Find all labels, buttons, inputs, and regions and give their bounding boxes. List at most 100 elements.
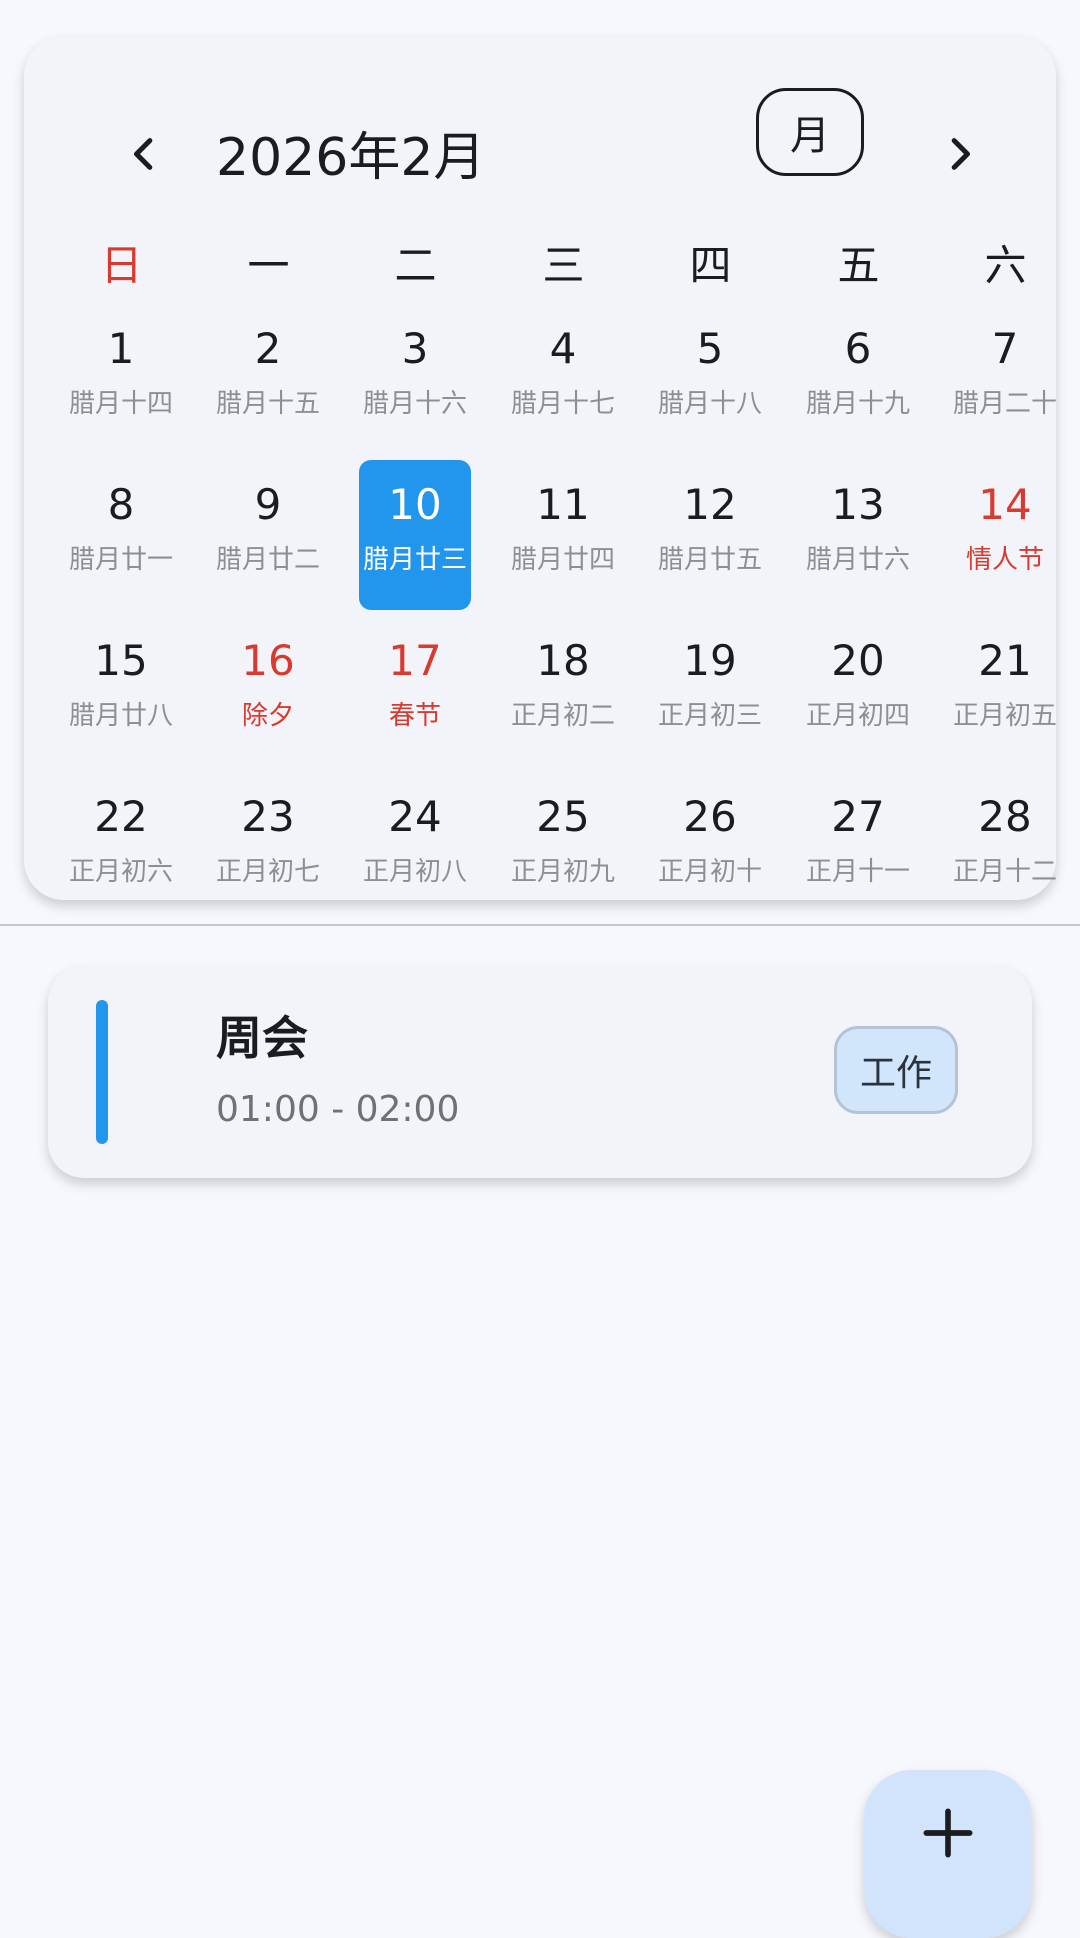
plus-icon [923, 1808, 973, 1858]
chevron-left-icon [134, 138, 153, 170]
weekday-label: 六 [984, 241, 1027, 290]
lunar-date-label: 正月初十 [657, 857, 762, 887]
lunar-date-label: 腊月廿八 [68, 701, 173, 731]
day-number: 6 [844, 324, 872, 373]
day-number: 5 [696, 324, 724, 373]
event-category-tag[interactable]: 工作 [834, 1026, 958, 1114]
chevron-right-icon [951, 138, 970, 170]
lunar-date-label: 腊月廿六 [805, 545, 910, 575]
lunar-date-label: 腊月廿四 [510, 545, 615, 575]
day-cell[interactable]: 24 正月初八 [359, 772, 471, 922]
view-mode-button[interactable]: 月 [756, 88, 864, 176]
day-number: 12 [683, 480, 737, 529]
day-cell[interactable]: 6 腊月十九 [802, 304, 914, 454]
lunar-date-label: 正月初七 [215, 857, 320, 887]
day-cell[interactable]: 27 正月十一 [802, 772, 914, 922]
event-card[interactable]: 周会 01:00 - 02:00 工作 [48, 966, 1032, 1178]
day-number: 15 [94, 636, 148, 685]
lunar-date-label: 腊月廿五 [657, 545, 762, 575]
day-number: 19 [683, 636, 737, 685]
day-cell[interactable]: 17 春节 [359, 616, 471, 766]
day-cell[interactable]: 7 腊月二十 [949, 304, 1061, 454]
day-number: 20 [831, 636, 885, 685]
day-cell[interactable]: 25 正月初九 [507, 772, 619, 922]
lunar-date-label: 正月初五 [952, 701, 1057, 731]
day-cell[interactable]: 18 正月初二 [507, 616, 619, 766]
lunar-date-label: 正月初三 [657, 701, 762, 731]
lunar-date-label: 正月十一 [805, 857, 910, 887]
day-cell[interactable]: 9 腊月廿二 [212, 460, 324, 610]
day-number: 23 [241, 792, 295, 841]
day-number: 27 [831, 792, 885, 841]
day-cell[interactable]: 26 正月初十 [654, 772, 766, 922]
prev-month-button[interactable] [96, 106, 192, 202]
day-cell[interactable]: 20 正月初四 [802, 616, 914, 766]
day-cell[interactable]: 5 腊月十八 [654, 304, 766, 454]
event-time: 01:00 - 02:00 [216, 1089, 460, 1130]
day-cell[interactable]: 21 正月初五 [949, 616, 1061, 766]
day-number: 14 [978, 480, 1032, 529]
day-number: 1 [107, 324, 135, 373]
lunar-date-label: 腊月十四 [68, 389, 173, 419]
lunar-date-label: 正月初六 [68, 857, 173, 887]
day-cell[interactable]: 8 腊月廿一 [65, 460, 177, 610]
day-number: 18 [536, 636, 590, 685]
day-number: 8 [107, 480, 135, 529]
day-cell[interactable]: 15 腊月廿八 [65, 616, 177, 766]
weekday-label: 二 [394, 241, 437, 290]
day-cell[interactable]: 11 腊月廿四 [507, 460, 619, 610]
day-cell[interactable]: 3 腊月十六 [359, 304, 471, 454]
weekday-label: 日 [100, 241, 143, 290]
lunar-date-label: 腊月十九 [805, 389, 910, 419]
calendar-header: 2026年2月 月 [24, 36, 1056, 226]
day-number: 22 [94, 792, 148, 841]
lunar-date-label: 腊月廿二 [215, 545, 320, 575]
day-cell[interactable]: 16 除夕 [212, 616, 324, 766]
day-number: 17 [388, 636, 442, 685]
lunar-date-label: 正月初四 [805, 701, 910, 731]
day-number: 10 [388, 480, 442, 529]
month-title: 2026年2月 [216, 128, 486, 188]
day-number: 16 [241, 636, 295, 685]
day-number: 24 [388, 792, 442, 841]
lunar-date-label: 腊月十八 [657, 389, 762, 419]
lunar-date-label: 腊月廿一 [68, 545, 173, 575]
day-cell[interactable]: 12 腊月廿五 [654, 460, 766, 610]
lunar-date-label: 正月初九 [510, 857, 615, 887]
day-cell[interactable]: 4 腊月十七 [507, 304, 619, 454]
day-number: 4 [549, 324, 577, 373]
weekday-header-row: 日一二三四五六 [24, 231, 1056, 301]
lunar-date-label: 正月初八 [362, 857, 467, 887]
day-number: 28 [978, 792, 1032, 841]
add-event-button[interactable] [864, 1770, 1032, 1938]
day-cell[interactable]: 23 正月初七 [212, 772, 324, 922]
lunar-date-label: 正月十二 [952, 857, 1057, 887]
lunar-date-label: 除夕 [241, 701, 294, 731]
day-cell[interactable]: 28 正月十二 [949, 772, 1061, 922]
lunar-date-label: 腊月十五 [215, 389, 320, 419]
lunar-date-label: 腊月廿三 [362, 545, 467, 575]
day-cell[interactable]: 10 腊月廿三 [359, 460, 471, 610]
day-number: 7 [991, 324, 1019, 373]
day-cell[interactable]: 14 情人节 [949, 460, 1061, 610]
next-month-button[interactable] [912, 106, 1008, 202]
lunar-date-label: 正月初二 [510, 701, 615, 731]
event-title: 周会 [216, 1011, 308, 1065]
day-number: 25 [536, 792, 590, 841]
day-number: 2 [254, 324, 282, 373]
lunar-date-label: 腊月十七 [510, 389, 615, 419]
weekday-label: 五 [837, 241, 880, 290]
lunar-date-label: 情人节 [965, 545, 1044, 575]
day-cell[interactable]: 19 正月初三 [654, 616, 766, 766]
event-color-bar [96, 1000, 108, 1144]
day-cell[interactable]: 22 正月初六 [65, 772, 177, 922]
day-cell[interactable]: 2 腊月十五 [212, 304, 324, 454]
day-cell[interactable]: 13 腊月廿六 [802, 460, 914, 610]
day-number: 26 [683, 792, 737, 841]
weekday-label: 三 [542, 241, 585, 290]
weekday-label: 四 [689, 241, 732, 290]
day-number: 11 [536, 480, 590, 529]
day-cell[interactable]: 1 腊月十四 [65, 304, 177, 454]
weekday-label: 一 [247, 241, 290, 290]
day-number: 13 [831, 480, 885, 529]
